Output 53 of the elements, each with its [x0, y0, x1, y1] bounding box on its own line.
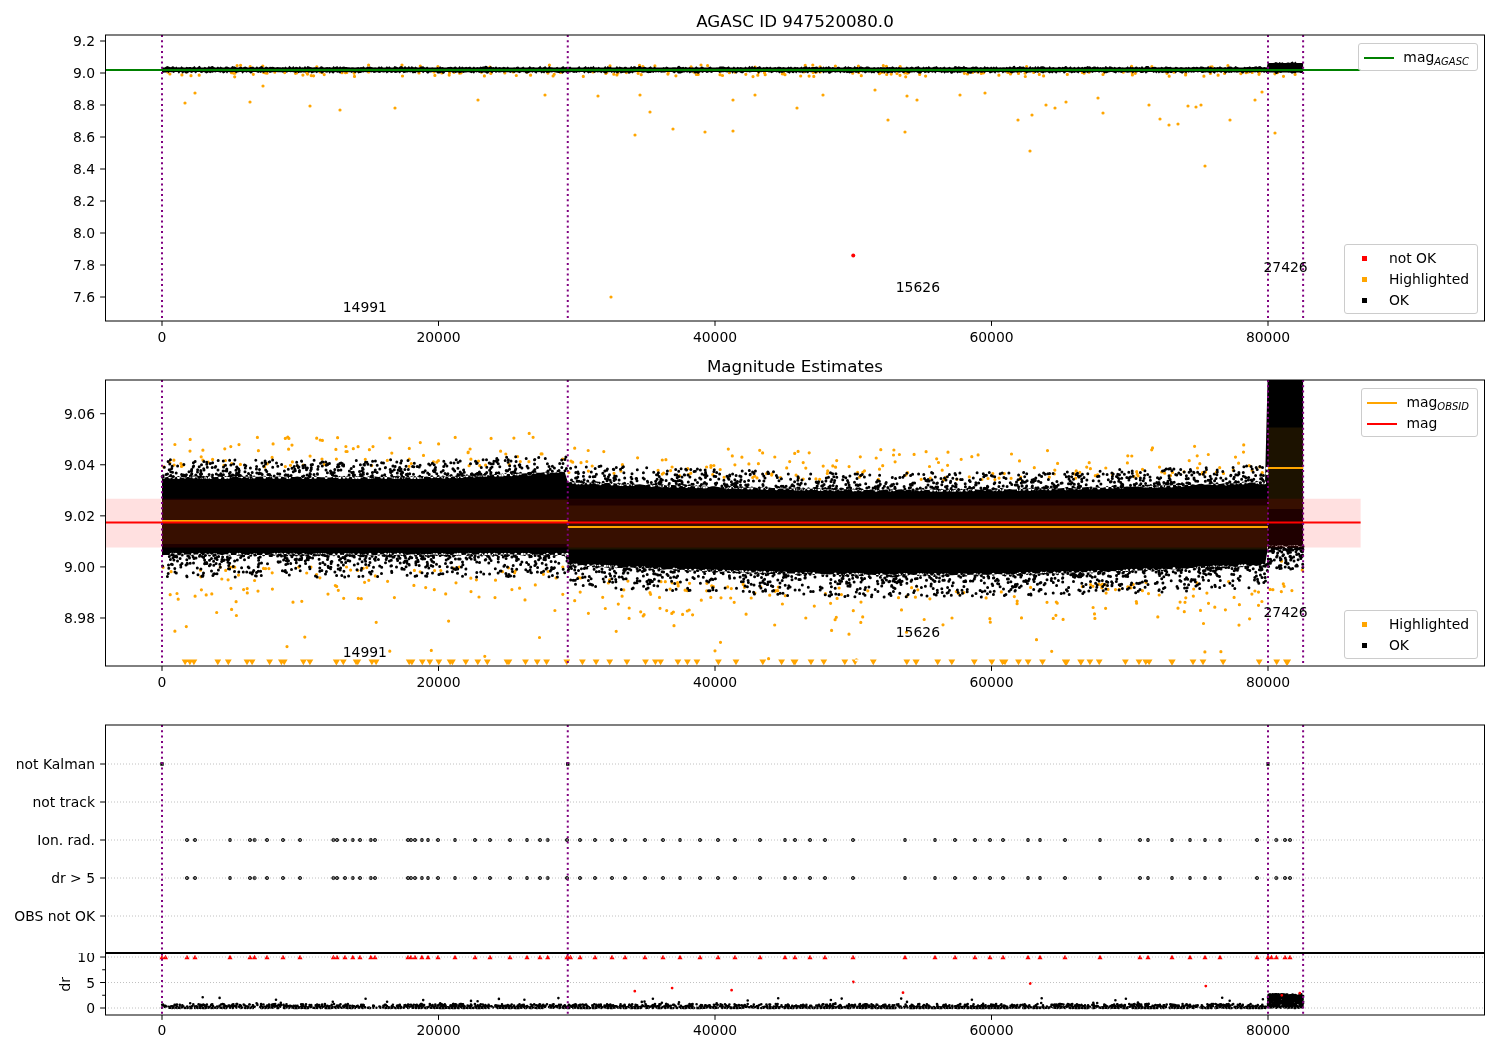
y-tick-label: 9.04 [64, 456, 95, 473]
annotation-label: 14991 [342, 299, 387, 315]
annotation-label: 15626 [895, 624, 940, 640]
x-tick-label: 0 [157, 674, 167, 690]
x-tick-label: 40000 [692, 674, 738, 690]
y-tick-label: 8.98 [64, 610, 95, 626]
legend-label: mag$_{AGASC}$ [1403, 48, 1469, 68]
y-tick-label: 9.2 [72, 33, 95, 49]
annotation-label: 14991 [342, 644, 387, 660]
y-tick-label: dr > 5 [51, 870, 95, 886]
x-tick-label: 20000 [416, 329, 461, 345]
annotation-label: 27426 [1263, 604, 1308, 620]
y-tick-label: 5 [86, 974, 95, 991]
x-tick-label: 0 [157, 329, 167, 345]
y-tick-label: not track [32, 794, 95, 810]
x-tick-label: 60000 [969, 1022, 1014, 1038]
legend-label: Highlighted [1388, 615, 1469, 634]
x-tick-label: 80000 [1245, 329, 1291, 345]
axis-label: dr [57, 977, 73, 992]
y-tick-label: 8.0 [72, 225, 95, 241]
x-tick-label: 40000 [692, 329, 738, 345]
y-tick-label: 9.00 [64, 558, 95, 575]
y-tick-label: 8.6 [72, 129, 95, 145]
y-tick-label: 9.0 [72, 65, 95, 81]
legend-label: mag [1406, 414, 1438, 433]
chart-title: AGASC ID 947520080.0 [696, 11, 894, 31]
annotation-label: 15626 [895, 279, 940, 295]
legend-label: OK [1388, 636, 1409, 655]
x-tick-label: 0 [157, 1022, 167, 1038]
y-tick-label: 0 [86, 1000, 95, 1016]
x-tick-label: 80000 [1245, 674, 1291, 690]
legend-label: Highlighted [1388, 270, 1469, 289]
x-tick-label: 20000 [416, 674, 461, 690]
x-tick-label: 60000 [969, 674, 1014, 690]
y-tick-label: 7.8 [72, 257, 95, 273]
y-tick-label: 7.6 [72, 289, 95, 305]
legend-label: not OK [1388, 249, 1437, 268]
y-tick-label: 8.4 [72, 161, 95, 177]
x-tick-label: 60000 [969, 329, 1014, 345]
x-tick-label: 80000 [1245, 1022, 1291, 1038]
y-tick-label: Ion. rad. [37, 832, 95, 848]
y-tick-label: 8.2 [72, 193, 95, 209]
y-tick-label: OBS not OK [14, 908, 95, 924]
legend-label: mag$_{OBSID}$ [1406, 393, 1469, 413]
y-tick-label: 9.06 [64, 405, 95, 422]
legend-label: OK [1388, 291, 1409, 310]
x-tick-label: 40000 [692, 1022, 738, 1038]
x-tick-label: 20000 [416, 1022, 461, 1038]
y-tick-label: 8.8 [72, 97, 95, 113]
y-tick-label: not Kalman [15, 756, 95, 772]
annotation-label: 27426 [1263, 259, 1308, 275]
y-tick-label: 9.02 [64, 507, 95, 524]
chart-title: Magnitude Estimates [706, 356, 884, 376]
